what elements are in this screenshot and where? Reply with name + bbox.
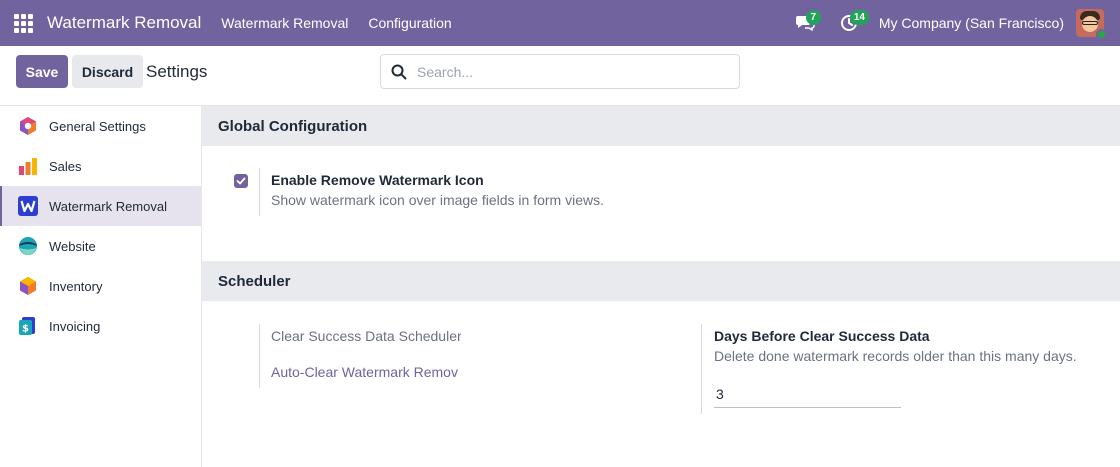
sales-icon — [18, 156, 38, 176]
sidebar-item-general-settings[interactable]: General Settings — [0, 106, 201, 146]
setting-clear-scheduler: Clear Success Data Scheduler Auto-Clear … — [271, 328, 461, 380]
search-bar[interactable] — [380, 54, 740, 89]
search-input[interactable] — [417, 63, 717, 80]
settings-content: Global Configuration Enable Remove Water… — [202, 106, 1120, 467]
sidebar-item-inventory[interactable]: Inventory — [0, 266, 201, 306]
section-title-scheduler: Scheduler — [202, 261, 1120, 301]
setting-help: Delete done watermark records older than… — [714, 348, 1077, 364]
apps-menu-button[interactable] — [0, 0, 46, 46]
setting-days-before-clear: Days Before Clear Success Data Delete do… — [714, 328, 1077, 408]
discard-button[interactable]: Discard — [72, 55, 143, 88]
user-avatar[interactable] — [1076, 9, 1107, 40]
sidebar-item-watermark-removal[interactable]: Watermark Removal — [0, 186, 201, 226]
setting-help: Show watermark icon over image fields in… — [271, 192, 605, 208]
auto-clear-scheduler-link[interactable]: Auto-Clear Watermark Remov — [271, 364, 461, 380]
invoicing-icon: $ — [18, 316, 38, 336]
nav-menu-watermark-removal[interactable]: Watermark Removal — [221, 15, 348, 31]
sidebar-item-invoicing[interactable]: $ Invoicing — [0, 306, 201, 346]
setting-divider — [259, 324, 260, 388]
top-navbar: Watermark Removal Watermark Removal Conf… — [0, 0, 1120, 46]
setting-divider — [259, 168, 260, 216]
setting-label: Days Before Clear Success Data — [714, 328, 930, 344]
company-switcher[interactable]: My Company (San Francisco) — [879, 15, 1064, 31]
enable-watermark-icon-checkbox[interactable] — [234, 174, 248, 188]
scheduler-label: Clear Success Data Scheduler — [271, 328, 461, 344]
search-icon — [391, 64, 407, 79]
settings-sidebar: General Settings Sales Watermark Removal — [0, 106, 202, 467]
section-title-global: Global Configuration — [202, 106, 1120, 146]
general-settings-icon — [18, 116, 38, 136]
svg-text:$: $ — [22, 324, 29, 335]
sidebar-item-label: Inventory — [49, 278, 103, 294]
breadcrumb: Settings — [146, 62, 208, 81]
setting-label: Enable Remove Watermark Icon — [271, 172, 484, 188]
save-button[interactable]: Save — [16, 55, 68, 88]
watermark-app-icon — [18, 196, 38, 216]
sidebar-item-label: Sales — [49, 158, 82, 174]
sidebar-item-label: Website — [49, 238, 96, 254]
sidebar-item-sales[interactable]: Sales — [0, 146, 201, 186]
app-brand[interactable]: Watermark Removal — [47, 13, 201, 33]
inventory-icon — [18, 276, 38, 296]
messages-count-badge: 7 — [805, 10, 821, 25]
setting-divider — [701, 324, 702, 414]
setting-enable-watermark-icon: Enable Remove Watermark Icon Show waterm… — [271, 172, 604, 208]
messages-button[interactable]: 7 — [791, 0, 821, 46]
apps-grid-icon — [13, 13, 33, 33]
sidebar-item-label: Watermark Removal — [49, 198, 167, 214]
control-panel: Save Discard Settings — [0, 46, 1120, 106]
nav-menu-configuration[interactable]: Configuration — [368, 15, 451, 31]
sidebar-item-label: General Settings — [49, 118, 146, 134]
days-before-clear-input[interactable] — [714, 380, 901, 408]
check-icon — [236, 177, 246, 185]
sidebar-item-website[interactable]: Website — [0, 226, 201, 266]
website-icon — [18, 236, 38, 256]
activities-button[interactable]: 14 — [835, 0, 869, 46]
online-status-icon — [1096, 29, 1107, 40]
sidebar-item-label: Invoicing — [49, 318, 101, 334]
activities-count-badge: 14 — [849, 10, 869, 25]
